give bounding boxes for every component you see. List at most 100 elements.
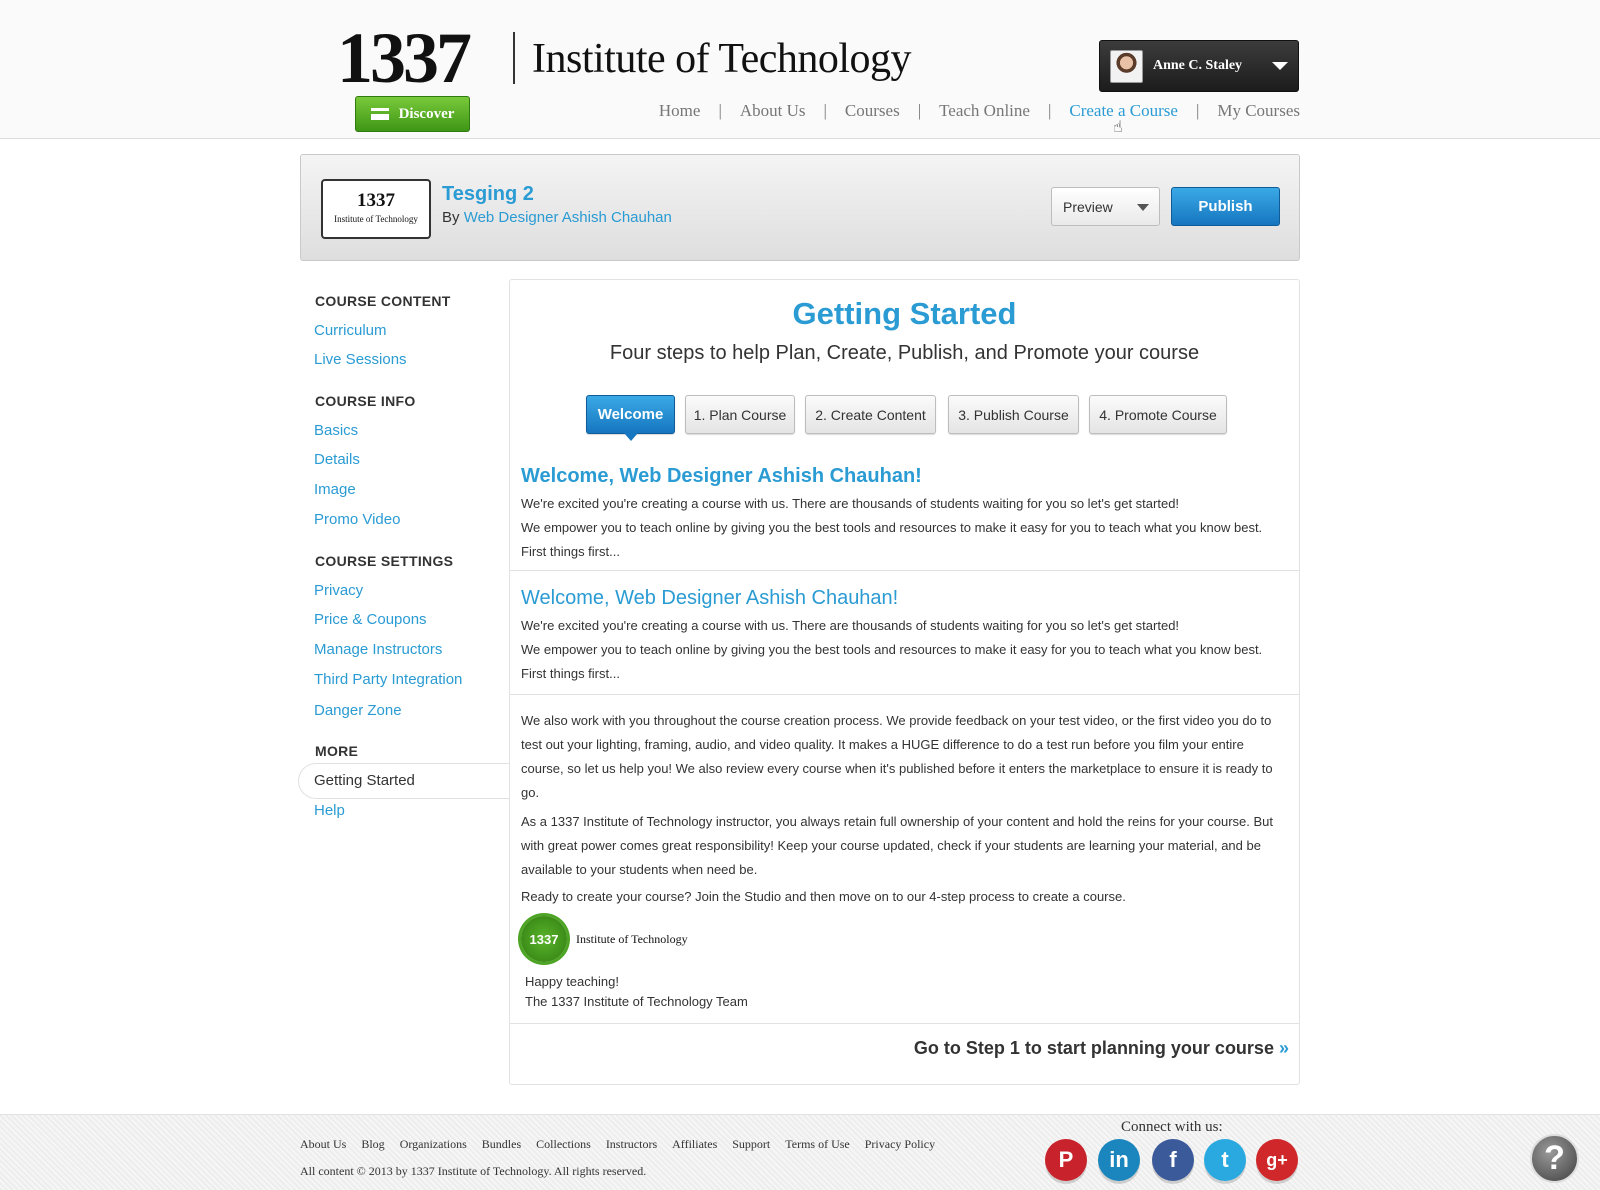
course-author-link[interactable]: Web Designer Ashish Chauhan bbox=[464, 209, 672, 226]
chevron-down-icon bbox=[1272, 62, 1288, 70]
tab-welcome[interactable]: Welcome bbox=[586, 395, 675, 441]
facebook-icon[interactable]: f bbox=[1152, 1139, 1194, 1181]
copyright: All content © 2013 by 1337 Institute of … bbox=[300, 1164, 647, 1178]
logo-divider bbox=[513, 32, 515, 84]
welcome-text: We empower you to teach online by giving… bbox=[521, 520, 1263, 559]
hand-cursor-icon: ☝ bbox=[1113, 119, 1123, 136]
footer-link-bundles[interactable]: Bundles bbox=[482, 1137, 521, 1152]
divider bbox=[510, 694, 1299, 695]
course-logo-text: Institute of Technology bbox=[334, 214, 418, 224]
sidebar-item-getting-started[interactable]: Getting Started bbox=[314, 772, 415, 789]
pinterest-icon[interactable]: P bbox=[1045, 1139, 1087, 1181]
tab-promote-course[interactable]: 4. Promote Course bbox=[1089, 395, 1227, 434]
welcome-heading: Welcome, Web Designer Ashish Chauhan! bbox=[521, 587, 899, 609]
double-arrow-icon: » bbox=[1278, 1038, 1289, 1058]
nav-separator: | bbox=[1047, 101, 1052, 120]
sidebar-item-third-party-integration[interactable]: Third Party Integration bbox=[314, 671, 462, 688]
logo-text[interactable]: Institute of Technology bbox=[532, 34, 912, 84]
footer-link-organizations[interactable]: Organizations bbox=[400, 1137, 467, 1152]
footer-link-blog[interactable]: Blog bbox=[361, 1137, 384, 1152]
course-title[interactable]: Tesging 2 bbox=[442, 183, 534, 206]
preview-dropdown[interactable]: Preview bbox=[1051, 187, 1160, 226]
tab-create-content[interactable]: 2. Create Content bbox=[805, 395, 936, 434]
body-paragraph: As a 1337 Institute of Technology instru… bbox=[521, 814, 1274, 877]
go-step-label: Go to Step 1 to start planning your cour… bbox=[913, 1038, 1274, 1058]
welcome-text: We're excited you're creating a course w… bbox=[521, 618, 1180, 633]
sidebar-item-basics[interactable]: Basics bbox=[314, 422, 358, 439]
welcome-text: We're excited you're creating a course w… bbox=[521, 496, 1180, 511]
sidebar-item-manage-instructors[interactable]: Manage Instructors bbox=[314, 641, 442, 658]
sidebar-item-help[interactable]: Help bbox=[314, 802, 345, 819]
google-plus-icon[interactable]: g+ bbox=[1256, 1139, 1298, 1181]
nav-separator: | bbox=[718, 101, 722, 120]
sidebar-item-privacy[interactable]: Privacy bbox=[314, 582, 363, 599]
sidebar-heading-more: MORE bbox=[315, 743, 359, 759]
sidebar-heading-course-content: COURSE CONTENT bbox=[315, 293, 451, 309]
divider bbox=[510, 1023, 1299, 1024]
page-subtitle: Four steps to help Plan, Create, Publish… bbox=[609, 342, 1200, 364]
preview-label: Preview bbox=[1063, 198, 1113, 215]
course-author-line: By Web Designer Ashish Chauhan bbox=[442, 209, 672, 226]
tab-plan-course[interactable]: 1. Plan Course bbox=[685, 395, 795, 434]
body-paragraph: We also work with you throughout the cou… bbox=[521, 713, 1273, 800]
signoff-line: Happy teaching! bbox=[525, 974, 619, 989]
logo-number[interactable]: 1337 bbox=[337, 18, 472, 98]
footer-link-instructors[interactable]: Instructors bbox=[606, 1137, 657, 1152]
nav-about-us[interactable]: About Us bbox=[740, 101, 806, 121]
publish-button[interactable]: Publish bbox=[1171, 187, 1280, 226]
sidebar-heading-course-info: COURSE INFO bbox=[315, 393, 416, 409]
footer-link-affiliates[interactable]: Affiliates bbox=[672, 1137, 717, 1152]
discover-label: Discover bbox=[398, 105, 455, 122]
user-menu[interactable]: Anne C. Staley bbox=[1099, 40, 1299, 92]
user-name: Anne C. Staley bbox=[1153, 58, 1243, 73]
nav-separator: | bbox=[917, 101, 922, 120]
course-header: 1337 Institute of Technology Tesging 2 B… bbox=[300, 154, 1300, 261]
footer-link-about-us[interactable]: About Us bbox=[300, 1137, 346, 1152]
sidebar-item-live-sessions[interactable]: Live Sessions bbox=[314, 351, 407, 368]
nav-create-a-course[interactable]: Create a Course bbox=[1069, 101, 1178, 121]
footer-link-support[interactable]: Support bbox=[732, 1137, 770, 1152]
footer-links: About Us Blog Organizations Bundles Coll… bbox=[300, 1137, 935, 1152]
nav-separator: | bbox=[1195, 101, 1200, 120]
sidebar-item-curriculum[interactable]: Curriculum bbox=[314, 322, 387, 339]
sidebar-item-image[interactable]: Image bbox=[314, 481, 356, 498]
seal-text: Institute of Technology bbox=[576, 932, 688, 946]
page-title: Getting Started bbox=[792, 296, 1017, 331]
sidebar-item-price-coupons[interactable]: Price & Coupons bbox=[314, 611, 427, 628]
menu-icon bbox=[370, 108, 389, 120]
sidebar-heading-course-settings: COURSE SETTINGS bbox=[315, 553, 454, 569]
footer-link-collections[interactable]: Collections bbox=[536, 1137, 591, 1152]
go-to-step-1-link[interactable]: Go to Step 1 to start planning your cour… bbox=[914, 1038, 1289, 1059]
help-question-icon[interactable]: ? bbox=[1530, 1134, 1579, 1183]
site-header: 1337 Institute of Technology Discover An… bbox=[0, 0, 1600, 139]
nav-home[interactable]: Home bbox=[659, 101, 701, 121]
course-logo-number: 1337 bbox=[357, 190, 395, 211]
nav-separator: | bbox=[823, 101, 827, 120]
avatar bbox=[1110, 49, 1143, 83]
nav-my-courses[interactable]: My Courses bbox=[1217, 101, 1300, 121]
tab-publish-course[interactable]: 3. Publish Course bbox=[948, 395, 1079, 434]
sidebar-item-promo-video[interactable]: Promo Video bbox=[314, 511, 400, 528]
footer-link-terms-of-use[interactable]: Terms of Use bbox=[785, 1137, 849, 1152]
welcome-heading: Welcome, Web Designer Ashish Chauhan! bbox=[521, 465, 922, 487]
signoff-team: The 1337 Institute of Technology Team bbox=[525, 994, 748, 1009]
course-logo: 1337 Institute of Technology bbox=[321, 179, 431, 239]
footer-link-privacy-policy[interactable]: Privacy Policy bbox=[865, 1137, 935, 1152]
divider bbox=[510, 570, 1299, 571]
sidebar-item-details[interactable]: Details bbox=[314, 451, 360, 468]
by-prefix: By bbox=[442, 209, 460, 226]
discover-button[interactable]: Discover bbox=[355, 96, 470, 132]
connect-label: Connect with us: bbox=[1121, 1119, 1223, 1135]
linkedin-icon[interactable]: in bbox=[1098, 1139, 1140, 1181]
nav-teach-online[interactable]: Teach Online bbox=[939, 101, 1030, 121]
body-paragraph: Ready to create your course? Join the St… bbox=[521, 889, 1126, 904]
twitter-icon[interactable]: t bbox=[1204, 1139, 1246, 1181]
welcome-text: We empower you to teach online by giving… bbox=[521, 642, 1263, 681]
nav-courses[interactable]: Courses bbox=[845, 101, 900, 121]
site-footer: About Us Blog Organizations Bundles Coll… bbox=[0, 1114, 1600, 1190]
chevron-down-icon bbox=[1137, 204, 1149, 211]
seal-logo-icon: 1337 bbox=[521, 916, 567, 962]
top-nav: Home | About Us | Courses | Teach Online… bbox=[659, 101, 1300, 121]
sidebar-item-danger-zone[interactable]: Danger Zone bbox=[314, 702, 402, 719]
getting-started-panel: Getting Started Four steps to help Plan,… bbox=[509, 279, 1300, 1085]
